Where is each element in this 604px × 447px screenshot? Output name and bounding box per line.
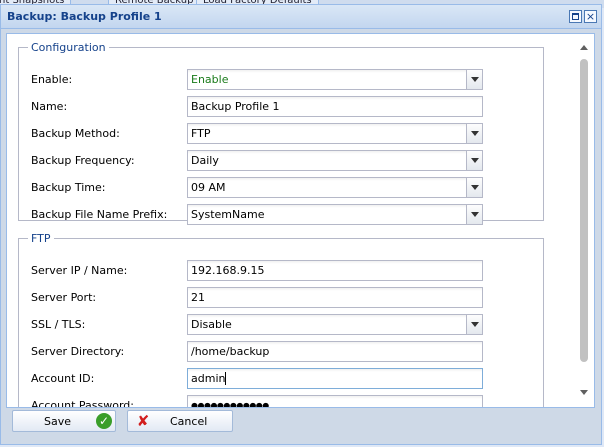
ftp-legend: FTP — [31, 232, 51, 245]
backup-frequency-row: Backup Frequency: Daily — [19, 150, 543, 172]
ftp-fieldset: FTP Server IP / Name: Server Port: SSL /… — [18, 232, 544, 407]
enable-value: Enable — [191, 73, 229, 86]
cancel-button[interactable]: ✘ Cancel — [127, 410, 233, 432]
ssl-tls-dropdown-trigger[interactable] — [466, 315, 482, 334]
name-input[interactable] — [187, 96, 483, 117]
chevron-down-icon — [471, 131, 479, 136]
ssl-tls-value: Disable — [191, 318, 232, 331]
save-button-label: Save — [44, 415, 72, 428]
dialog-title: Backup: Backup Profile 1 — [7, 10, 162, 23]
server-directory-input[interactable] — [187, 341, 483, 362]
backup-method-dropdown-trigger[interactable] — [466, 124, 482, 143]
chevron-down-icon — [471, 77, 479, 82]
backup-time-row: Backup Time: 09 AM — [19, 177, 543, 199]
maximize-glyph — [572, 13, 579, 20]
backup-time-dropdown-trigger[interactable] — [466, 178, 482, 197]
account-id-input[interactable] — [187, 368, 483, 389]
file-prefix-dropdown-trigger[interactable] — [466, 205, 482, 224]
checkmark-icon: ✓ — [96, 413, 112, 429]
server-ip-input[interactable] — [187, 260, 483, 281]
backup-method-value: FTP — [191, 127, 211, 140]
server-directory-label: Server Directory: — [31, 345, 125, 358]
scroll-up-icon[interactable] — [580, 45, 588, 50]
backup-frequency-dropdown-trigger[interactable] — [466, 151, 482, 170]
backup-method-row: Backup Method: FTP — [19, 123, 543, 145]
chevron-down-icon — [471, 322, 479, 327]
configuration-legend: Configuration — [31, 41, 106, 54]
backup-frequency-value: Daily — [191, 154, 219, 167]
server-directory-row: Server Directory: — [19, 341, 543, 363]
text-caret — [225, 372, 226, 385]
vertical-scrollbar[interactable] — [576, 34, 593, 407]
file-prefix-row: Backup File Name Prefix: SystemName — [19, 204, 543, 226]
backup-time-select[interactable]: 09 AM — [187, 177, 483, 198]
server-port-input[interactable] — [187, 287, 483, 308]
backup-method-label: Backup Method: — [31, 127, 120, 140]
scroll-down-icon[interactable] — [580, 390, 588, 395]
backup-time-label: Backup Time: — [31, 181, 106, 194]
backup-frequency-select[interactable]: Daily — [187, 150, 483, 171]
chevron-down-icon — [471, 185, 479, 190]
enable-row: Enable: Enable — [19, 69, 543, 91]
file-prefix-select[interactable]: SystemName — [187, 204, 483, 225]
account-id-row: Account ID: — [19, 368, 543, 390]
backup-time-value: 09 AM — [191, 181, 226, 194]
name-label: Name: — [31, 100, 68, 113]
dialog-body: Configuration Enable: Enable Name: Backu… — [6, 33, 595, 408]
enable-dropdown-trigger[interactable] — [466, 70, 482, 89]
backup-profile-dialog: Backup: Backup Profile 1 × Configuration… — [0, 4, 602, 445]
ssl-tls-label: SSL / TLS: — [31, 318, 86, 331]
scroll-thumb[interactable] — [580, 59, 588, 362]
server-port-row: Server Port: — [19, 287, 543, 309]
file-prefix-label: Backup File Name Prefix: — [31, 208, 168, 221]
server-port-label: Server Port: — [31, 291, 97, 304]
cancel-x-icon: ✘ — [136, 412, 150, 430]
server-ip-row: Server IP / Name: — [19, 260, 543, 282]
dialog-footer: Save ✓ ✘ Cancel — [1, 407, 601, 444]
backup-frequency-label: Backup Frequency: — [31, 154, 135, 167]
chevron-down-icon — [471, 158, 479, 163]
maximize-icon[interactable] — [569, 10, 582, 23]
account-id-label: Account ID: — [31, 372, 95, 385]
ssl-tls-select[interactable]: Disable — [187, 314, 483, 335]
enable-select[interactable]: Enable — [187, 69, 483, 90]
file-prefix-value: SystemName — [191, 208, 265, 221]
configuration-fieldset: Configuration Enable: Enable Name: Backu… — [18, 41, 544, 225]
close-icon[interactable]: × — [584, 10, 597, 23]
ssl-tls-row: SSL / TLS: Disable — [19, 314, 543, 336]
save-button[interactable]: Save ✓ — [12, 410, 116, 432]
enable-label: Enable: — [31, 73, 73, 86]
server-ip-label: Server IP / Name: — [31, 264, 128, 277]
backup-method-select[interactable]: FTP — [187, 123, 483, 144]
chevron-down-icon — [471, 212, 479, 217]
name-row: Name: — [19, 96, 543, 118]
dialog-titlebar[interactable]: Backup: Backup Profile 1 × — [1, 5, 601, 29]
cancel-button-label: Cancel — [170, 415, 208, 428]
